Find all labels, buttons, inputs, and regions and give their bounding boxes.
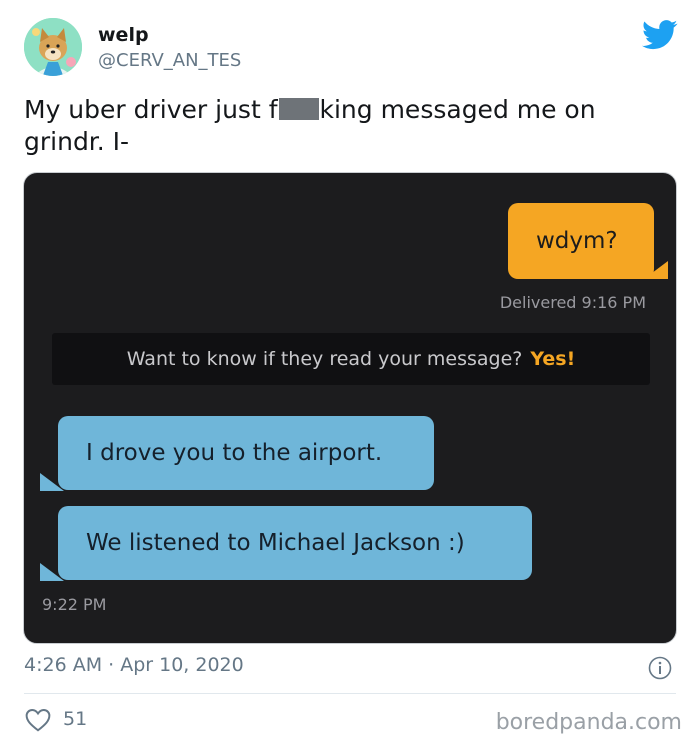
user-handle[interactable]: @CERV_AN_TES [98,50,241,71]
info-icon[interactable] [648,656,672,680]
incoming-bubble-tail [40,473,64,491]
avatar-dog-image [24,18,82,76]
tweet-text-start: My uber driver just f [24,95,278,124]
incoming-message-text: I drove you to the airport. [86,439,383,466]
promo-text: Want to know if they read your message? [126,348,523,370]
incoming-timestamp: 9:22 PM [42,595,107,614]
redaction-block [278,98,319,120]
outgoing-message-text: wdym? [536,227,618,254]
like-count: 51 [63,708,88,730]
incoming-bubble-tail [40,563,64,581]
chat-screenshot[interactable]: wdym? Delivered 9:16 PM Want to know if … [23,172,677,644]
incoming-message-text: We listened to Michael Jackson :) [86,529,465,556]
outgoing-message-bubble: wdym? [508,203,654,279]
heart-icon[interactable] [25,708,51,732]
delivered-status: Delivered 9:16 PM [499,293,646,312]
promo-yes-link[interactable]: Yes! [530,348,575,370]
incoming-message-bubble: I drove you to the airport. [58,416,434,490]
twitter-bird-icon[interactable] [642,20,678,50]
read-receipt-promo: Want to know if they read your message? … [52,333,650,385]
tweet-timestamp[interactable]: 4:26 AM · Apr 10, 2020 [24,654,244,676]
incoming-message-bubble: We listened to Michael Jackson :) [58,506,532,580]
divider [24,693,676,694]
display-name[interactable]: welp [98,24,149,46]
tweet-text: My uber driver just f king messaged me on… [24,94,664,158]
watermark: boredpanda.com [495,710,682,735]
outgoing-bubble-tail [644,261,668,279]
avatar[interactable] [24,18,82,76]
